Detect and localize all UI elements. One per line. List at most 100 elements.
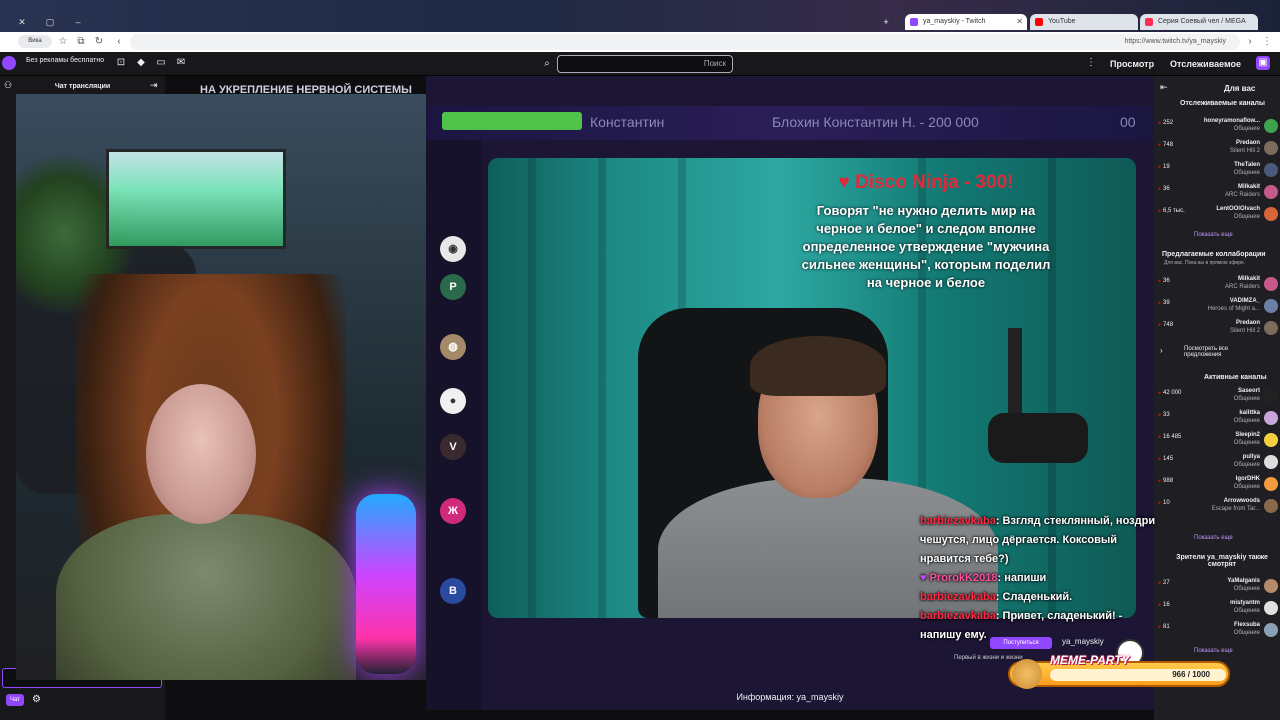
collapse-sidebar-icon[interactable]: ⇤: [1160, 82, 1168, 93]
rgb-lamp-shape: [356, 494, 416, 674]
webcam-video[interactable]: [16, 94, 426, 680]
sidebar-channel-item[interactable]: TheTalen Общение 19: [1154, 160, 1280, 182]
channel-category: Общение: [1233, 214, 1260, 220]
back-icon[interactable]: ‹: [112, 35, 126, 49]
youtube-icon: [1035, 18, 1043, 26]
new-tab-icon[interactable]: +: [872, 14, 900, 30]
menu-icon[interactable]: ⋮: [1260, 35, 1274, 49]
sidebar-channel-item[interactable]: honeyramonaflow... Общение 252: [1154, 116, 1280, 138]
viewer-count: 19: [1158, 164, 1170, 170]
channel-name: Sleepin2: [1235, 432, 1260, 438]
meme-party-widget: MEME-PARTY 966 / 1000: [1008, 653, 1230, 689]
collapse-icon[interactable]: ⇥: [150, 80, 158, 91]
channel-name: VADIMZA_: [1229, 298, 1260, 304]
sidebar-channel-item[interactable]: VADIMZA_ Heroes of Might a... 39: [1154, 296, 1280, 318]
channel-name: Milkakit: [1237, 184, 1260, 190]
sidebar-channel-item[interactable]: mistyantm Общение 16: [1154, 598, 1280, 620]
tab-item[interactable]: YouTube: [1030, 14, 1138, 30]
avatar-column: ◉ Р ◍ ● V Ж В: [426, 140, 482, 710]
close-tab-icon[interactable]: ✕: [1016, 14, 1023, 30]
channel-name: YaMalganis: [1227, 578, 1260, 584]
chat-message: barbiezavkaba: Привет, сладенький! - нап…: [920, 610, 1123, 641]
avatar: [1264, 623, 1278, 637]
channel-name: Arrowwoods: [1223, 498, 1260, 504]
microphone-shape: [988, 413, 1088, 463]
star-icon[interactable]: ☆: [56, 35, 70, 49]
tab-item[interactable]: Серия Соевый чел / MEGA: [1140, 14, 1258, 30]
avatar: ◍: [440, 334, 466, 360]
channel-category: Escape from Tar...: [1211, 506, 1260, 512]
inbox-icon[interactable]: ✉: [174, 56, 188, 70]
sidebar-channel-item[interactable]: Arrowwoods Escape from Tar... 10: [1154, 496, 1280, 518]
twitch-icon: [910, 18, 918, 26]
channel-subtitle: Первый в жизни и жизни: [954, 655, 1023, 661]
search-icon[interactable]: ⌕: [538, 55, 556, 73]
sidebar-channel-item[interactable]: pullya Общение 145: [1154, 452, 1280, 474]
sidebar-channel-item[interactable]: kalittka Общение 33: [1154, 408, 1280, 430]
forward-icon[interactable]: ›: [1243, 35, 1257, 49]
sidebar-channel-item[interactable]: Predaon Silent Hill 2 748: [1154, 318, 1280, 340]
sidebar-channel-item[interactable]: Flexsuba Общение 81: [1154, 620, 1280, 642]
browse-link[interactable]: Просмотр: [1110, 56, 1154, 72]
avatar: [1264, 433, 1278, 447]
avatar[interactable]: [2, 56, 16, 70]
stream-caption: НА УКРЕПЛЕНИЕ НЕРВНОЙ СИСТЕМЫ: [200, 84, 412, 96]
viewer-count: 748: [1158, 142, 1173, 148]
chevron-right-icon[interactable]: ›: [1160, 346, 1163, 355]
channel-name: honeyramonaflow...: [1203, 118, 1260, 124]
avatar: [1264, 321, 1278, 335]
url-field[interactable]: https://www.twitch.tv/ya_mayskiy: [130, 34, 1240, 50]
avatar: V: [440, 434, 466, 460]
sidebar-channel-item[interactable]: Milkakit ARC Raiders 36: [1154, 182, 1280, 204]
donation-title: ♥ Disco Ninja - 300!: [838, 172, 1014, 193]
active-heading: Активные каналы: [1204, 374, 1267, 381]
goal-progress-bar: [442, 112, 582, 130]
sidebar-channel-item[interactable]: Sleepin2 Общение 16 485: [1154, 430, 1280, 452]
avatar: [1264, 207, 1278, 221]
sidebar-channel-item[interactable]: LentOOlOlvach Общение 6,5 тыс.: [1154, 204, 1280, 226]
twitch-top-bar: Без рекламы бесплатно ⊡ ◆ ▭ ✉ ⌕ Поиск ⋮ …: [0, 52, 1280, 76]
users-icon[interactable]: ⚇: [4, 80, 12, 91]
sidebar-channel-item[interactable]: Predaon Silent Hill 2 748: [1154, 138, 1280, 160]
more-icon[interactable]: ⋮: [1084, 56, 1098, 70]
channel-category: Общение: [1233, 396, 1260, 402]
channel-category: Общение: [1233, 608, 1260, 614]
show-more-link[interactable]: Показать еще: [1194, 535, 1233, 541]
channel-category: Общение: [1233, 126, 1260, 132]
prime-icon[interactable]: ◆: [134, 56, 148, 70]
sidebar-channel-item[interactable]: YaMalganis Общение 27: [1154, 576, 1280, 598]
guest-hair-shape: [750, 336, 886, 396]
close-window-icon[interactable]: ✕: [8, 14, 36, 30]
sidebar-channel-item[interactable]: IgorDHK Общение 988: [1154, 474, 1280, 496]
search-input[interactable]: Поиск: [557, 55, 733, 73]
twitch-logo-icon[interactable]: ▣: [1256, 56, 1270, 70]
extensions-icon[interactable]: ⧉: [74, 35, 88, 49]
following-link[interactable]: Отслеживаемое: [1170, 56, 1241, 72]
see-all-link[interactable]: Посмотреть все предложения: [1184, 346, 1258, 358]
avatar: [1264, 601, 1278, 615]
right-sidebar: ⇤ Для вас Отслеживаемые каналы honeyramo…: [1154, 76, 1280, 720]
recommended-heading: Предлагаемые коллаборации: [1162, 251, 1266, 258]
show-more-link[interactable]: Показать еще: [1194, 648, 1233, 654]
tab-item-active[interactable]: ya_mayskiy - Twitch ✕: [905, 14, 1027, 30]
maximize-window-icon[interactable]: ▢: [36, 14, 64, 30]
adfree-label[interactable]: Без рекламы бесплатно: [26, 57, 104, 64]
channel-name: Predaon: [1235, 320, 1260, 326]
reload-icon[interactable]: ↻: [92, 35, 106, 49]
profile-button[interactable]: Вика: [18, 35, 52, 48]
avatar: Ж: [440, 498, 466, 524]
channel-name: Saseort: [1237, 388, 1260, 394]
channel-name: LentOOlOlvach: [1216, 206, 1260, 212]
sidebar-channel-item[interactable]: Saseort Общение 42 000: [1154, 386, 1280, 408]
avatar: [1264, 119, 1278, 133]
sidebar-channel-item[interactable]: Milkakit ARC Raiders 36: [1154, 274, 1280, 296]
channel-name: kalittka: [1239, 410, 1260, 416]
show-more-link[interactable]: Показать еще: [1194, 232, 1233, 238]
minimize-window-icon[interactable]: –: [64, 14, 92, 30]
settings-icon[interactable]: ⚙: [32, 694, 41, 705]
whispers-icon[interactable]: ▭: [154, 56, 168, 70]
chat-send-button[interactable]: Чат: [6, 694, 24, 706]
crown-icon[interactable]: ⊡: [114, 56, 128, 70]
avatar: [1264, 185, 1278, 199]
donation-ticker: Константин Блохин Константин Н. - 200 00…: [426, 106, 1154, 140]
